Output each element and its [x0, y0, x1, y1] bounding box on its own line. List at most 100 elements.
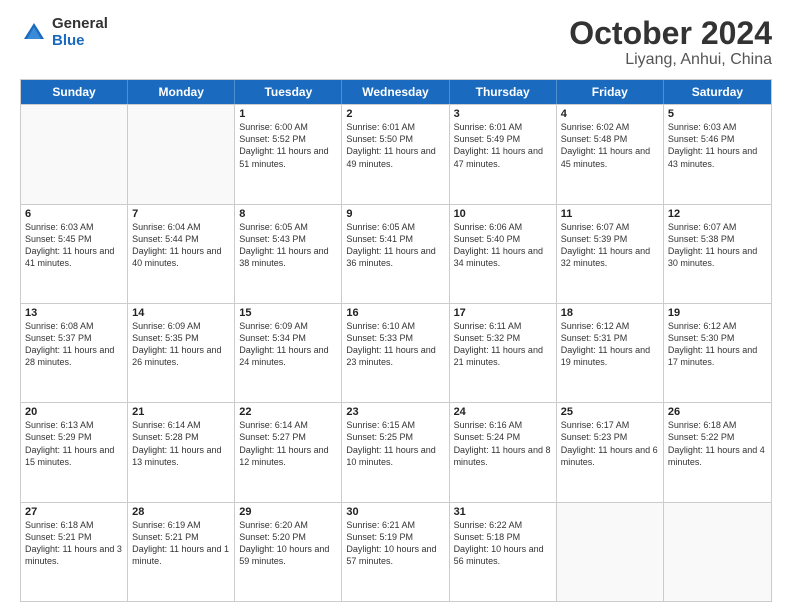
calendar-cell: 22Sunrise: 6:14 AM Sunset: 5:27 PM Dayli…	[235, 403, 342, 501]
day-number: 10	[454, 208, 552, 220]
day-number: 31	[454, 506, 552, 518]
day-number: 1	[239, 108, 337, 120]
calendar-row-3: 13Sunrise: 6:08 AM Sunset: 5:37 PM Dayli…	[21, 303, 771, 402]
day-info: Sunrise: 6:07 AM Sunset: 5:38 PM Dayligh…	[668, 221, 767, 270]
day-info: Sunrise: 6:03 AM Sunset: 5:46 PM Dayligh…	[668, 121, 767, 170]
calendar-cell: 7Sunrise: 6:04 AM Sunset: 5:44 PM Daylig…	[128, 205, 235, 303]
day-info: Sunrise: 6:12 AM Sunset: 5:31 PM Dayligh…	[561, 320, 659, 369]
day-info: Sunrise: 6:16 AM Sunset: 5:24 PM Dayligh…	[454, 419, 552, 468]
calendar-cell: 1Sunrise: 6:00 AM Sunset: 5:52 PM Daylig…	[235, 105, 342, 203]
logo-general-text: General	[52, 16, 108, 33]
calendar-row-5: 27Sunrise: 6:18 AM Sunset: 5:21 PM Dayli…	[21, 502, 771, 601]
day-info: Sunrise: 6:09 AM Sunset: 5:35 PM Dayligh…	[132, 320, 230, 369]
calendar-cell: 6Sunrise: 6:03 AM Sunset: 5:45 PM Daylig…	[21, 205, 128, 303]
day-number: 12	[668, 208, 767, 220]
calendar-cell: 24Sunrise: 6:16 AM Sunset: 5:24 PM Dayli…	[450, 403, 557, 501]
calendar-header: SundayMondayTuesdayWednesdayThursdayFrid…	[21, 80, 771, 104]
day-number: 15	[239, 307, 337, 319]
day-info: Sunrise: 6:17 AM Sunset: 5:23 PM Dayligh…	[561, 419, 659, 468]
day-number: 29	[239, 506, 337, 518]
location-title: Liyang, Anhui, China	[569, 51, 772, 69]
weekday-header-sunday: Sunday	[21, 80, 128, 104]
calendar-cell	[664, 503, 771, 601]
calendar-cell: 3Sunrise: 6:01 AM Sunset: 5:49 PM Daylig…	[450, 105, 557, 203]
calendar-cell: 23Sunrise: 6:15 AM Sunset: 5:25 PM Dayli…	[342, 403, 449, 501]
day-info: Sunrise: 6:03 AM Sunset: 5:45 PM Dayligh…	[25, 221, 123, 270]
day-number: 9	[346, 208, 444, 220]
calendar-cell: 20Sunrise: 6:13 AM Sunset: 5:29 PM Dayli…	[21, 403, 128, 501]
calendar-cell: 30Sunrise: 6:21 AM Sunset: 5:19 PM Dayli…	[342, 503, 449, 601]
day-info: Sunrise: 6:01 AM Sunset: 5:49 PM Dayligh…	[454, 121, 552, 170]
day-info: Sunrise: 6:10 AM Sunset: 5:33 PM Dayligh…	[346, 320, 444, 369]
calendar-cell: 27Sunrise: 6:18 AM Sunset: 5:21 PM Dayli…	[21, 503, 128, 601]
calendar-cell	[557, 503, 664, 601]
calendar-cell: 16Sunrise: 6:10 AM Sunset: 5:33 PM Dayli…	[342, 304, 449, 402]
calendar-cell: 18Sunrise: 6:12 AM Sunset: 5:31 PM Dayli…	[557, 304, 664, 402]
weekday-header-friday: Friday	[557, 80, 664, 104]
calendar-cell: 31Sunrise: 6:22 AM Sunset: 5:18 PM Dayli…	[450, 503, 557, 601]
calendar-cell: 17Sunrise: 6:11 AM Sunset: 5:32 PM Dayli…	[450, 304, 557, 402]
calendar-cell: 15Sunrise: 6:09 AM Sunset: 5:34 PM Dayli…	[235, 304, 342, 402]
calendar: SundayMondayTuesdayWednesdayThursdayFrid…	[20, 79, 772, 602]
calendar-cell: 5Sunrise: 6:03 AM Sunset: 5:46 PM Daylig…	[664, 105, 771, 203]
calendar-body: 1Sunrise: 6:00 AM Sunset: 5:52 PM Daylig…	[21, 104, 771, 601]
day-number: 24	[454, 406, 552, 418]
day-info: Sunrise: 6:20 AM Sunset: 5:20 PM Dayligh…	[239, 519, 337, 568]
day-info: Sunrise: 6:00 AM Sunset: 5:52 PM Dayligh…	[239, 121, 337, 170]
day-info: Sunrise: 6:02 AM Sunset: 5:48 PM Dayligh…	[561, 121, 659, 170]
day-number: 22	[239, 406, 337, 418]
calendar-cell: 25Sunrise: 6:17 AM Sunset: 5:23 PM Dayli…	[557, 403, 664, 501]
calendar-cell: 8Sunrise: 6:05 AM Sunset: 5:43 PM Daylig…	[235, 205, 342, 303]
day-info: Sunrise: 6:07 AM Sunset: 5:39 PM Dayligh…	[561, 221, 659, 270]
weekday-header-tuesday: Tuesday	[235, 80, 342, 104]
day-number: 8	[239, 208, 337, 220]
day-number: 16	[346, 307, 444, 319]
day-info: Sunrise: 6:05 AM Sunset: 5:43 PM Dayligh…	[239, 221, 337, 270]
calendar-row-2: 6Sunrise: 6:03 AM Sunset: 5:45 PM Daylig…	[21, 204, 771, 303]
month-title: October 2024	[569, 16, 772, 51]
calendar-cell: 14Sunrise: 6:09 AM Sunset: 5:35 PM Dayli…	[128, 304, 235, 402]
day-info: Sunrise: 6:18 AM Sunset: 5:21 PM Dayligh…	[25, 519, 123, 568]
calendar-cell: 28Sunrise: 6:19 AM Sunset: 5:21 PM Dayli…	[128, 503, 235, 601]
calendar-row-4: 20Sunrise: 6:13 AM Sunset: 5:29 PM Dayli…	[21, 402, 771, 501]
day-number: 3	[454, 108, 552, 120]
day-number: 27	[25, 506, 123, 518]
day-number: 11	[561, 208, 659, 220]
logo-icon	[20, 19, 48, 47]
day-number: 4	[561, 108, 659, 120]
day-number: 19	[668, 307, 767, 319]
day-info: Sunrise: 6:05 AM Sunset: 5:41 PM Dayligh…	[346, 221, 444, 270]
day-number: 18	[561, 307, 659, 319]
weekday-header-thursday: Thursday	[450, 80, 557, 104]
calendar-cell	[128, 105, 235, 203]
calendar-cell: 19Sunrise: 6:12 AM Sunset: 5:30 PM Dayli…	[664, 304, 771, 402]
day-number: 2	[346, 108, 444, 120]
day-info: Sunrise: 6:14 AM Sunset: 5:27 PM Dayligh…	[239, 419, 337, 468]
day-info: Sunrise: 6:01 AM Sunset: 5:50 PM Dayligh…	[346, 121, 444, 170]
calendar-row-1: 1Sunrise: 6:00 AM Sunset: 5:52 PM Daylig…	[21, 104, 771, 203]
calendar-cell: 13Sunrise: 6:08 AM Sunset: 5:37 PM Dayli…	[21, 304, 128, 402]
day-info: Sunrise: 6:13 AM Sunset: 5:29 PM Dayligh…	[25, 419, 123, 468]
calendar-cell: 10Sunrise: 6:06 AM Sunset: 5:40 PM Dayli…	[450, 205, 557, 303]
logo-blue-text: Blue	[52, 33, 108, 50]
day-info: Sunrise: 6:14 AM Sunset: 5:28 PM Dayligh…	[132, 419, 230, 468]
day-info: Sunrise: 6:19 AM Sunset: 5:21 PM Dayligh…	[132, 519, 230, 568]
calendar-cell: 4Sunrise: 6:02 AM Sunset: 5:48 PM Daylig…	[557, 105, 664, 203]
day-number: 7	[132, 208, 230, 220]
calendar-cell: 29Sunrise: 6:20 AM Sunset: 5:20 PM Dayli…	[235, 503, 342, 601]
calendar-cell: 21Sunrise: 6:14 AM Sunset: 5:28 PM Dayli…	[128, 403, 235, 501]
day-info: Sunrise: 6:11 AM Sunset: 5:32 PM Dayligh…	[454, 320, 552, 369]
day-number: 20	[25, 406, 123, 418]
day-info: Sunrise: 6:15 AM Sunset: 5:25 PM Dayligh…	[346, 419, 444, 468]
weekday-header-monday: Monday	[128, 80, 235, 104]
calendar-cell: 9Sunrise: 6:05 AM Sunset: 5:41 PM Daylig…	[342, 205, 449, 303]
calendar-cell: 2Sunrise: 6:01 AM Sunset: 5:50 PM Daylig…	[342, 105, 449, 203]
weekday-header-saturday: Saturday	[664, 80, 771, 104]
day-number: 6	[25, 208, 123, 220]
calendar-cell: 26Sunrise: 6:18 AM Sunset: 5:22 PM Dayli…	[664, 403, 771, 501]
title-section: October 2024 Liyang, Anhui, China	[569, 16, 772, 69]
day-info: Sunrise: 6:18 AM Sunset: 5:22 PM Dayligh…	[668, 419, 767, 468]
day-info: Sunrise: 6:04 AM Sunset: 5:44 PM Dayligh…	[132, 221, 230, 270]
logo: General Blue	[20, 16, 108, 49]
day-info: Sunrise: 6:21 AM Sunset: 5:19 PM Dayligh…	[346, 519, 444, 568]
